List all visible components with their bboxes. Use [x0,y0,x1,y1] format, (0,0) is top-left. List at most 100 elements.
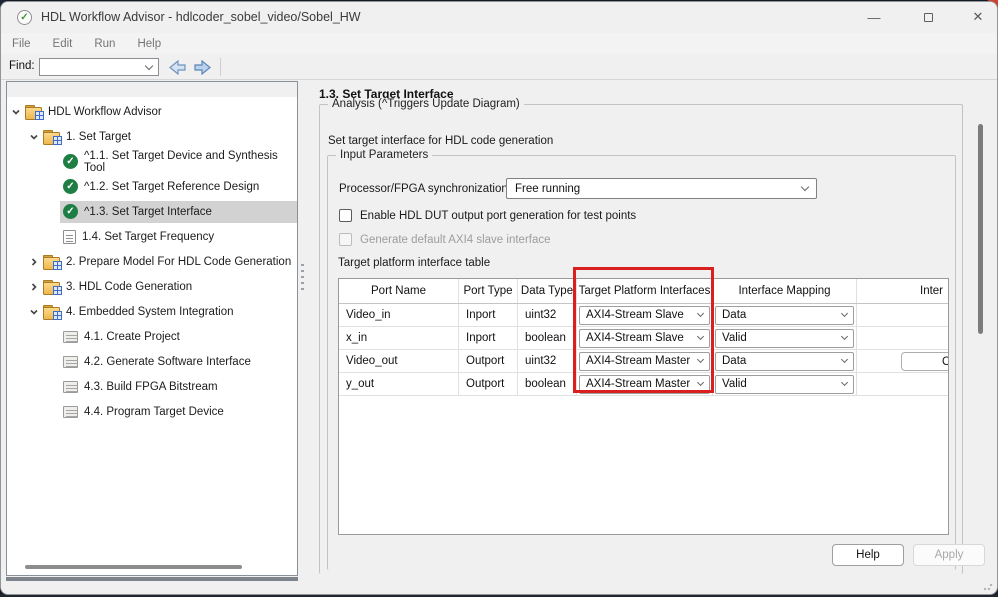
dropdown-value: Data [722,309,746,321]
test-points-checkbox[interactable] [339,209,352,222]
col-header-target-platform-interfaces: Target Platform Interfaces [577,279,713,303]
interface-mapping-dropdown[interactable]: Valid [715,329,854,348]
cell-port-name: Video_in [339,304,459,326]
cell-data-type: boolean [518,373,577,395]
table-row-video-in: Video_in Inport uint32 AXI4-Stream Slave… [339,304,949,327]
tree-header-strip [7,82,297,97]
tree-item-hdl-code-generation[interactable]: 3. HDL Code Generation [7,274,297,299]
tree-item-prepare-model[interactable]: 2. Prepare Model For HDL Code Generation [7,249,297,274]
cell-port-name: y_out [339,373,459,395]
menu-help[interactable]: Help [126,38,172,50]
tree-item-set-target[interactable]: 1. Set Target [7,124,297,149]
menu-run[interactable]: Run [83,38,126,50]
processor-fpga-sync-dropdown[interactable]: Free running [506,178,817,199]
minimize-icon: — [868,10,881,25]
interface-mapping-dropdown[interactable]: Data [715,306,854,325]
task-list-icon [63,406,78,418]
tree-item-set-target-interface[interactable]: ^1.3. Set Target Interface [7,199,297,224]
target-interface-dropdown[interactable]: AXI4-Stream Slave [579,329,710,348]
check-passed-icon [63,154,78,169]
left-pane-scrollbar[interactable] [6,577,298,581]
chevron-down-icon [697,333,704,340]
tree-item-embedded-system-integration[interactable]: 4. Embedded System Integration [7,299,297,324]
table-header-row: Port Name Port Type Data Type Target Pla… [339,279,949,304]
panel-splitter-handle[interactable] [301,264,304,292]
panel-vertical-scrollbar[interactable] [978,124,983,334]
tree-item-label: 1. Set Target [66,131,131,143]
tree-item-set-target-reference-design[interactable]: ^1.2. Set Target Reference Design [7,174,297,199]
interface-mapping-dropdown[interactable]: Data [715,352,854,371]
table-row-video-out: Video_out Outport uint32 AXI4-Stream Mas… [339,350,949,373]
tree-item-generate-software-interface[interactable]: 4.2. Generate Software Interface [7,349,297,374]
interface-mapping-dropdown[interactable]: Valid [715,375,854,394]
cell-interface-options [857,327,949,349]
sync-label: Processor/FPGA synchronization: [339,183,511,195]
expander-collapsed-icon[interactable] [28,256,40,268]
table-row-y-out: y_out Outport boolean AXI4-Stream Master… [339,373,949,396]
col-header-interface-mapping: Interface Mapping [713,279,857,303]
task-list-icon [63,381,78,393]
expander-expanded-icon[interactable] [10,106,22,118]
chevron-down-icon [841,356,848,363]
col-header-port-type: Port Type [459,279,518,303]
maximize-icon [924,13,933,22]
apply-button[interactable]: Apply [913,544,985,566]
table-row-x-in: x_in Inport boolean AXI4-Stream Slave Va… [339,327,949,350]
help-button[interactable]: Help [832,544,904,566]
tree-item-label: 2. Prepare Model For HDL Code Generation [66,256,291,268]
cell-interface-options [857,373,949,395]
task-list-icon [63,356,78,368]
cell-port-type: Outport [459,373,518,395]
tree-item-build-fpga-bitstream[interactable]: 4.3. Build FPGA Bitstream [7,374,297,399]
tree-item-set-target-frequency[interactable]: 1.4. Set Target Frequency [7,224,297,249]
target-interface-dropdown[interactable]: AXI4-Stream Slave [579,306,710,325]
cell-data-type: uint32 [518,350,577,372]
maximize-button[interactable] [911,2,945,32]
tree-item-label: ^1.1. Set Target Device and Synthesis To… [84,150,297,174]
app-check-icon [17,10,32,25]
tree-horizontal-scrollbar[interactable] [25,565,242,569]
target-interface-dropdown[interactable]: AXI4-Stream Master [579,375,710,394]
check-passed-icon [63,204,78,219]
interface-options-button[interactable]: O [901,352,949,371]
find-previous-button[interactable] [166,57,188,77]
close-button[interactable]: ✕ [961,2,995,32]
find-combobox[interactable] [39,58,159,76]
cell-port-type: Inport [459,327,518,349]
options-button-label: O [942,356,949,368]
expander-expanded-icon[interactable] [28,131,40,143]
window-resize-grip[interactable] [983,581,993,591]
axi4-slave-checkbox [339,233,352,246]
dropdown-value: Valid [722,378,747,390]
tree-item-create-project[interactable]: 4.1. Create Project [7,324,297,349]
task-list-icon [63,331,78,343]
col-header-data-type: Data Type [518,279,577,303]
test-points-checkbox-label: Enable HDL DUT output port generation fo… [360,210,636,222]
minimize-button[interactable]: — [857,2,891,32]
window-title: HDL Workflow Advisor - hdlcoder_sobel_vi… [41,10,361,24]
title-bar: HDL Workflow Advisor - hdlcoder_sobel_vi… [1,2,997,33]
hdl-workflow-advisor-window: HDL Workflow Advisor - hdlcoder_sobel_vi… [0,1,998,595]
find-toolbar: Find: [1,54,997,80]
tree-item-label: 4.3. Build FPGA Bitstream [84,381,218,393]
tree-item-label: 1.4. Set Target Frequency [82,231,214,243]
tree-item-label: HDL Workflow Advisor [48,106,162,118]
cell-port-type: Inport [459,304,518,326]
tree-item-hdl-workflow-advisor[interactable]: HDL Workflow Advisor [7,99,297,124]
expander-collapsed-icon[interactable] [28,281,40,293]
dropdown-value: AXI4-Stream Slave [586,309,684,321]
tree-item-set-target-device[interactable]: ^1.1. Set Target Device and Synthesis To… [7,149,297,174]
workflow-tree-panel: HDL Workflow Advisor 1. Set Target ^1.1.… [6,81,298,576]
expander-expanded-icon[interactable] [28,306,40,318]
menu-edit[interactable]: Edit [42,38,84,50]
target-interface-dropdown[interactable]: AXI4-Stream Master [579,352,710,371]
cell-data-type: uint32 [518,304,577,326]
menu-file[interactable]: File [1,38,42,50]
check-passed-icon [63,179,78,194]
cell-data-type: boolean [518,327,577,349]
test-points-checkbox-row: Enable HDL DUT output port generation fo… [339,209,636,222]
chevron-down-icon [841,333,848,340]
tree-item-program-target-device[interactable]: 4.4. Program Target Device [7,399,297,424]
find-next-button[interactable] [192,57,214,77]
cell-port-name: x_in [339,327,459,349]
